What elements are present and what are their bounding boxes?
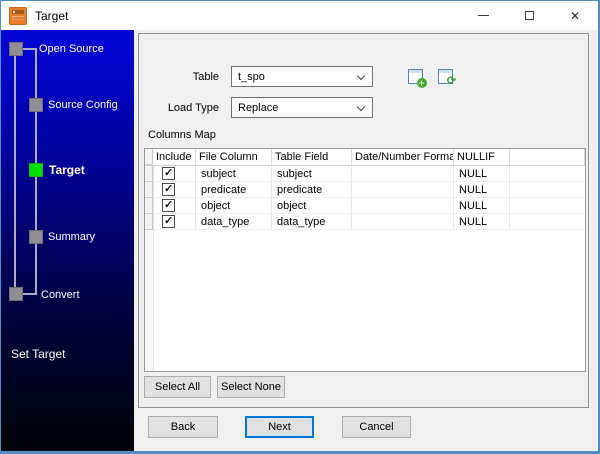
connector-line	[14, 56, 16, 288]
select-none-button[interactable]: Select None	[217, 376, 285, 398]
target-dialog: Target ✕ Open Source Source Config Targe…	[0, 0, 600, 454]
col-header-nullif[interactable]: NULLIF	[454, 149, 510, 165]
refresh-tables-icon: ⟳	[437, 68, 456, 86]
columns-map-label: Columns Map	[148, 129, 216, 141]
include-cell	[153, 182, 196, 198]
maximize-button[interactable]	[506, 1, 552, 30]
plus-badge-icon: +	[416, 77, 427, 88]
row-selector-header[interactable]	[145, 149, 153, 165]
include-cell	[153, 214, 196, 230]
nullif-cell[interactable]: NULL	[454, 198, 510, 214]
load-type-select-value: Replace	[238, 101, 279, 114]
load-type-label: Load Type	[167, 102, 219, 114]
step-marker-convert	[9, 287, 23, 301]
step-marker-summary	[29, 230, 43, 244]
nullif-cell[interactable]: NULL	[454, 214, 510, 230]
select-all-button[interactable]: Select All	[144, 376, 211, 398]
table-row: data_type data_type NULL	[145, 214, 585, 230]
table-label: Table	[192, 71, 219, 83]
new-table-button[interactable]: +	[404, 65, 427, 88]
next-button[interactable]: Next	[245, 416, 314, 438]
row-selector[interactable]	[145, 214, 153, 230]
file-column-cell[interactable]: predicate	[196, 182, 272, 198]
include-checkbox[interactable]	[162, 198, 175, 213]
include-checkbox[interactable]	[162, 182, 175, 197]
table-field-cell[interactable]: predicate	[272, 182, 352, 198]
connector-line	[23, 293, 37, 295]
new-table-icon: +	[407, 68, 427, 88]
close-icon: ✕	[569, 8, 581, 23]
col-header-filler	[510, 149, 585, 165]
refresh-badge-icon: ⟳	[446, 74, 457, 87]
sidebar-item-convert[interactable]: Convert	[41, 289, 80, 301]
empty-cell	[510, 214, 585, 230]
table-field-cell[interactable]: object	[272, 198, 352, 214]
row-selector[interactable]	[145, 182, 153, 198]
main-area: Table t_spo Load Type Replace + ⟳ Column…	[134, 30, 598, 451]
format-cell[interactable]	[352, 182, 454, 198]
empty-cell	[510, 166, 585, 182]
col-header-format[interactable]: Date/Number Format	[352, 149, 454, 165]
table-select-value: t_spo	[238, 70, 265, 83]
back-button[interactable]: Back	[148, 416, 218, 438]
nullif-cell[interactable]: NULL	[454, 166, 510, 182]
sidebar-status: Set Target	[11, 347, 66, 361]
table-row: predicate predicate NULL	[145, 182, 585, 198]
sidebar-item-open-source[interactable]: Open Source	[39, 43, 104, 55]
col-header-table-field[interactable]: Table Field	[272, 149, 352, 165]
grid-header-row: Include File Column Table Field Date/Num…	[145, 149, 585, 166]
include-cell	[153, 166, 196, 182]
file-column-cell[interactable]: object	[196, 198, 272, 214]
empty-cell	[510, 182, 585, 198]
app-icon	[9, 6, 27, 25]
chevron-down-icon	[356, 71, 366, 81]
row-selector[interactable]	[145, 198, 153, 214]
close-button[interactable]: ✕	[552, 1, 598, 30]
table-field-cell[interactable]: subject	[272, 166, 352, 182]
chevron-down-icon	[356, 102, 366, 112]
titlebar[interactable]: Target ✕	[1, 1, 598, 30]
file-column-cell[interactable]: data_type	[196, 214, 272, 230]
table-row: object object NULL	[145, 198, 585, 214]
cancel-button[interactable]: Cancel	[342, 416, 411, 438]
window-controls: ✕	[460, 1, 598, 30]
sidebar-item-target[interactable]: Target	[49, 163, 85, 177]
minimize-icon	[477, 15, 489, 16]
step-marker-open-source	[9, 42, 23, 56]
col-header-include[interactable]: Include	[153, 149, 196, 165]
step-marker-source-config	[29, 98, 43, 112]
columns-map-grid: Include File Column Table Field Date/Num…	[144, 148, 586, 372]
empty-cell	[510, 198, 585, 214]
format-cell[interactable]	[352, 214, 454, 230]
window-title: Target	[35, 8, 69, 23]
format-cell[interactable]	[352, 166, 454, 182]
sidebar-item-source-config[interactable]: Source Config	[48, 99, 118, 111]
nullif-cell[interactable]: NULL	[454, 182, 510, 198]
target-panel: Table t_spo Load Type Replace + ⟳ Column…	[138, 33, 589, 408]
file-column-cell[interactable]: subject	[196, 166, 272, 182]
maximize-icon	[524, 11, 534, 20]
include-cell	[153, 198, 196, 214]
col-header-file-column[interactable]: File Column	[196, 149, 272, 165]
include-checkbox[interactable]	[162, 214, 175, 229]
refresh-tables-button[interactable]: ⟳	[434, 65, 456, 87]
table-select[interactable]: t_spo	[231, 66, 373, 87]
table-row: subject subject NULL	[145, 166, 585, 182]
include-checkbox[interactable]	[162, 166, 175, 181]
format-cell[interactable]	[352, 198, 454, 214]
row-selector[interactable]	[145, 166, 153, 182]
wizard-sidebar: Open Source Source Config Target Summary…	[1, 30, 134, 451]
step-marker-target	[29, 163, 43, 177]
dialog-body: Open Source Source Config Target Summary…	[1, 30, 598, 451]
sidebar-item-summary[interactable]: Summary	[48, 231, 95, 243]
minimize-button[interactable]	[460, 1, 506, 30]
load-type-select[interactable]: Replace	[231, 97, 373, 118]
table-field-cell[interactable]: data_type	[272, 214, 352, 230]
